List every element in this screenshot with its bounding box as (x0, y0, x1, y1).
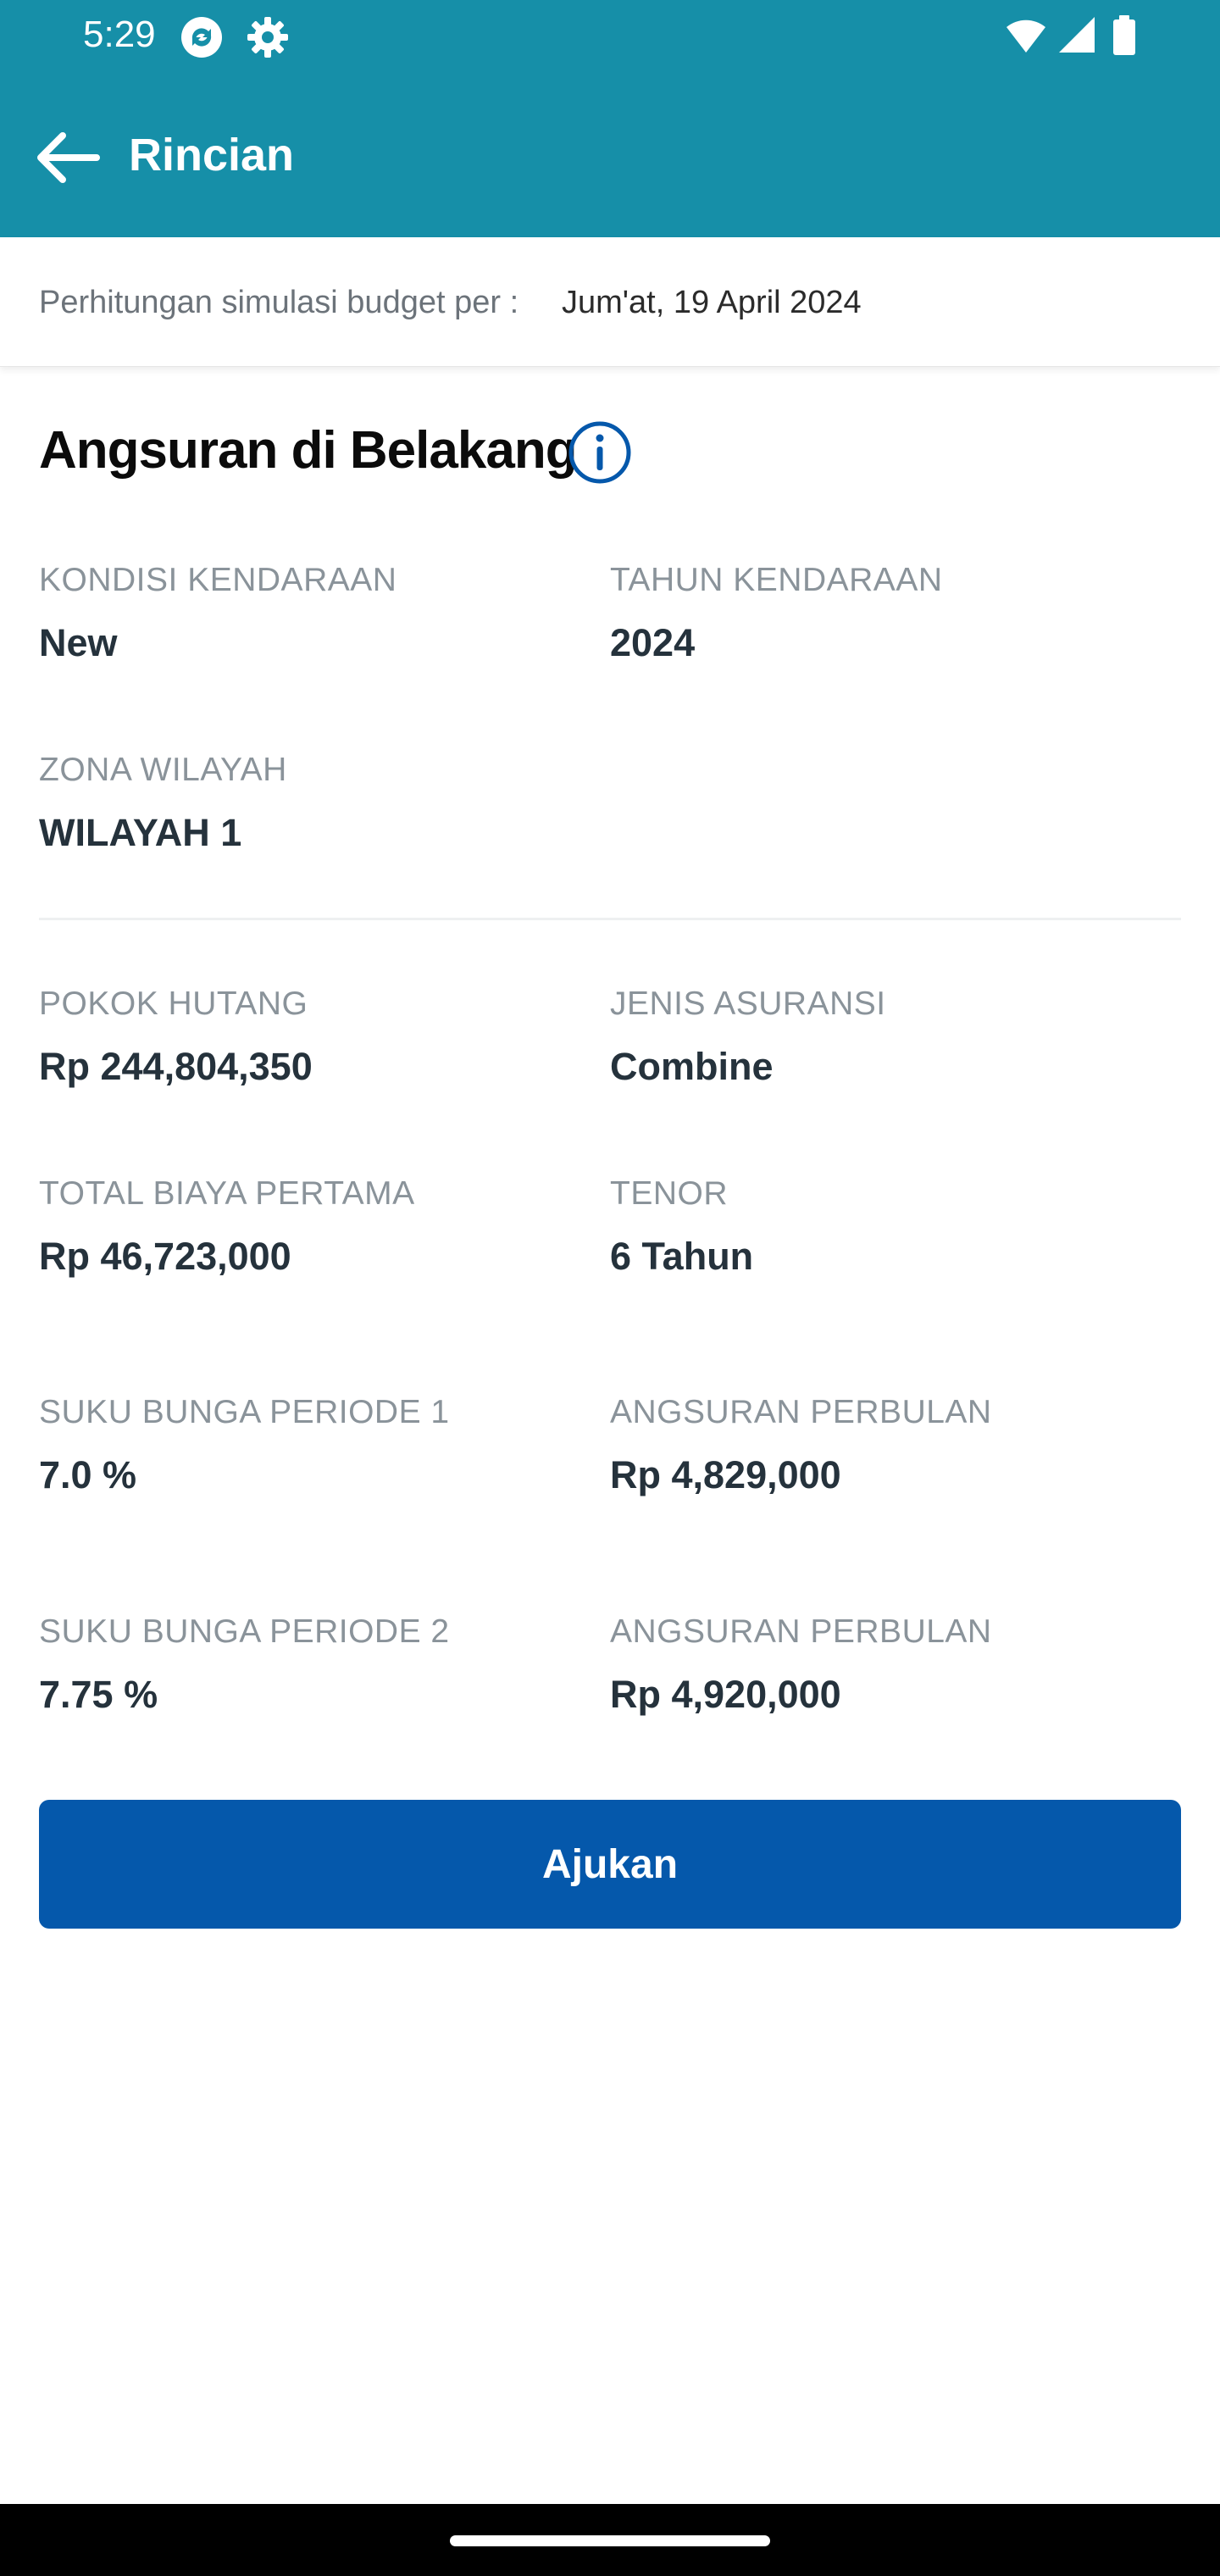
system-nav-bar (0, 2504, 1220, 2576)
suku-bunga-periode-2-value: 7.75 % (39, 1673, 158, 1716)
total-biaya-pertama-label: TOTAL BIAYA PERTAMA (39, 1175, 415, 1212)
pokok-hutang-label: POKOK HUTANG (39, 985, 308, 1022)
simulation-date-label: Perhitungan simulasi budget per : (39, 285, 519, 320)
page-title: Rincian (129, 130, 295, 180)
suku-bunga-periode-2-label: SUKU BUNGA PERIODE 2 (39, 1613, 450, 1650)
info-icon[interactable] (568, 420, 632, 485)
angsuran-perbulan-1-value: Rp 4,829,000 (610, 1453, 841, 1496)
home-gesture-handle[interactable] (450, 2535, 770, 2546)
pokok-hutang-value: Rp 244,804,350 (39, 1045, 313, 1088)
battery-icon (1113, 15, 1135, 55)
ajukan-button[interactable]: Ajukan (39, 1800, 1181, 1929)
simulation-date-bar: Perhitungan simulasi budget per : Jum'at… (0, 237, 1220, 367)
zona-wilayah-value: WILAYAH 1 (39, 811, 242, 854)
status-time: 5:29 (83, 14, 156, 55)
signal-icon (1059, 17, 1095, 53)
settings-icon (247, 17, 288, 58)
tahun-kendaraan-value: 2024 (610, 621, 696, 664)
kondisi-kendaraan-value: New (39, 621, 118, 664)
kondisi-kendaraan-label: KONDISI KENDARAAN (39, 562, 397, 598)
zona-wilayah-label: ZONA WILAYAH (39, 752, 287, 788)
jenis-asuransi-value: Combine (610, 1045, 774, 1088)
total-biaya-pertama-value: Rp 46,723,000 (39, 1235, 291, 1278)
suku-bunga-periode-1-value: 7.0 % (39, 1453, 137, 1496)
tenor-value: 6 Tahun (610, 1235, 754, 1278)
section-title: Angsuran di Belakang (39, 421, 578, 480)
ajukan-button-label: Ajukan (541, 1841, 679, 1887)
suku-bunga-periode-1-label: SUKU BUNGA PERIODE 1 (39, 1394, 450, 1430)
angsuran-perbulan-2-value: Rp 4,920,000 (610, 1673, 841, 1716)
wifi-icon (1006, 19, 1045, 53)
sync-icon (181, 17, 222, 58)
angsuran-perbulan-2-label: ANGSURAN PERBULAN (610, 1613, 992, 1650)
jenis-asuransi-label: JENIS ASURANSI (610, 985, 886, 1022)
app-bar: Rincian (0, 78, 1220, 237)
simulation-date-value: Jum'at, 19 April 2024 (562, 285, 862, 320)
status-bar: 5:29 (0, 0, 1220, 78)
tahun-kendaraan-label: TAHUN KENDARAAN (610, 562, 943, 598)
arrow-left-icon[interactable] (34, 130, 100, 185)
tenor-label: TENOR (610, 1175, 728, 1212)
angsuran-perbulan-1-label: ANGSURAN PERBULAN (610, 1394, 992, 1430)
divider (39, 918, 1181, 920)
